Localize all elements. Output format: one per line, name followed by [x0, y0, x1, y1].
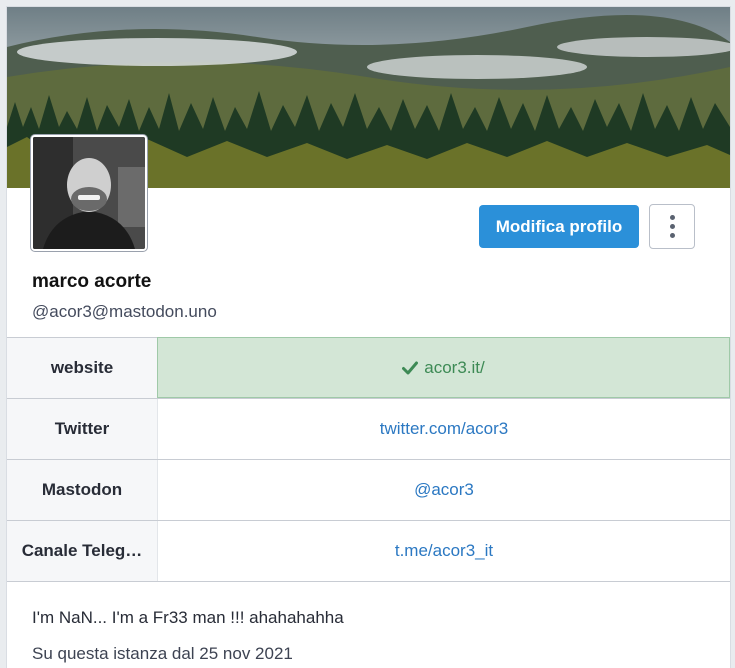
field-label: Mastodon	[7, 460, 158, 520]
field-value-link[interactable]: t.me/acor3_it	[158, 521, 730, 581]
field-row-telegram: Canale Teleg… t.me/acor3_it	[7, 521, 730, 582]
profile-bio: I'm NaN... I'm a Fr33 man !!! ahahahahha	[32, 608, 344, 627]
field-value-link[interactable]: twitter.com/acor3	[158, 399, 730, 459]
account-handle: @acor3@mastodon.uno	[32, 302, 217, 321]
avatar[interactable]	[31, 135, 147, 251]
display-name: marco acorte	[32, 271, 152, 292]
check-icon	[402, 361, 419, 375]
field-row-mastodon: Mastodon @acor3	[7, 460, 730, 521]
kebab-vertical-icon	[669, 215, 675, 238]
profile-fields: website acor3.it/ Twitter twitter.com/ac…	[7, 337, 730, 582]
field-label: Twitter	[7, 399, 158, 459]
profile-card: Modifica profilo marco acorte @acor3@mas…	[6, 6, 731, 668]
field-value-text[interactable]: acor3.it/	[424, 358, 484, 378]
field-label: Canale Teleg…	[7, 521, 158, 581]
field-row-website: website acor3.it/	[7, 337, 730, 399]
joined-date: Su questa istanza dal 25 nov 2021	[32, 644, 293, 663]
field-value-link[interactable]: @acor3	[158, 460, 730, 520]
field-row-twitter: Twitter twitter.com/acor3	[7, 399, 730, 460]
field-label: website	[7, 338, 158, 398]
edit-profile-button[interactable]: Modifica profilo	[479, 205, 639, 248]
field-value-link[interactable]: acor3.it/	[157, 337, 730, 398]
more-options-button[interactable]	[649, 204, 695, 249]
